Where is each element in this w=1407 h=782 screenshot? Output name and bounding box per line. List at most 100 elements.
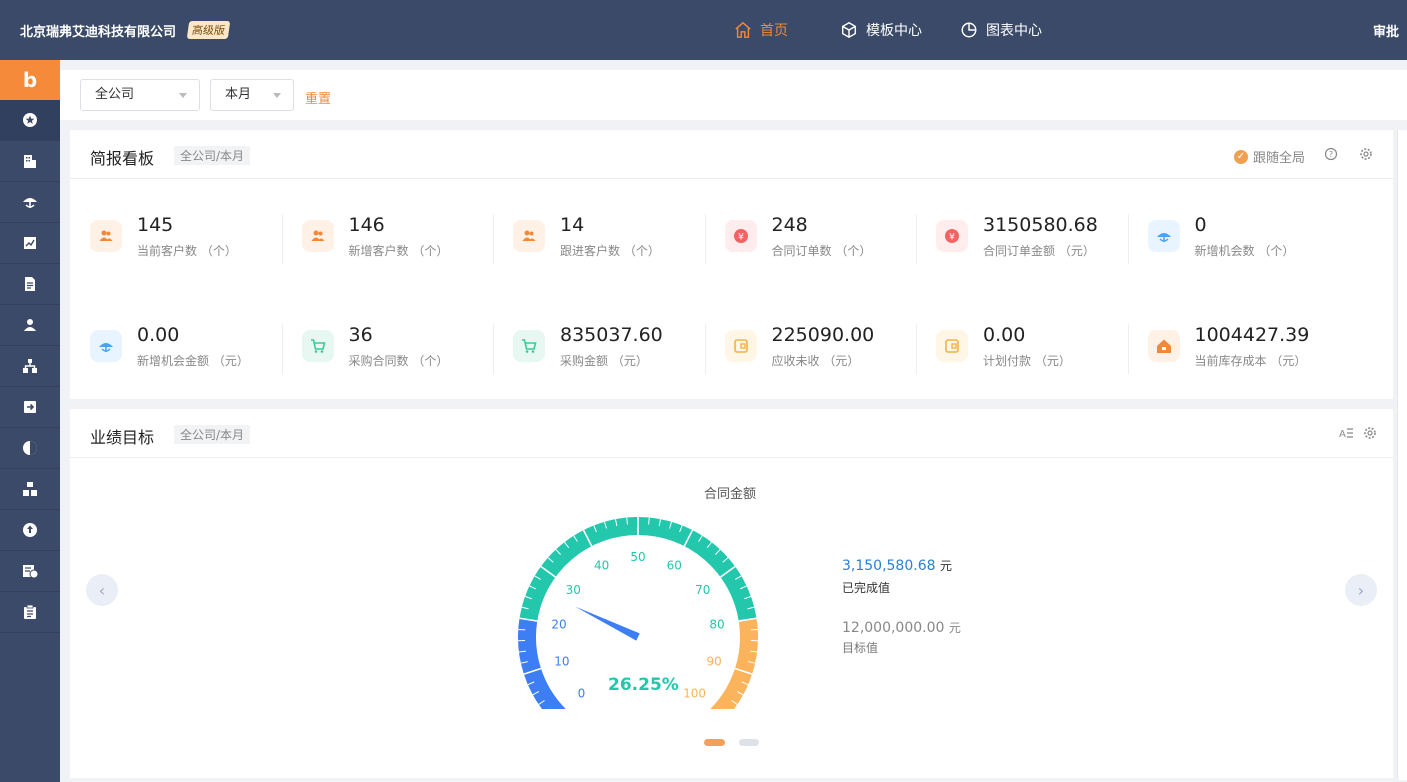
stat-label: 采购金额 （元） [560, 354, 648, 368]
nav-chart-center[interactable]: 图表中心 [960, 20, 1042, 40]
sidebar-item-pie[interactable] [0, 428, 60, 469]
brief-card: 简报看板 全公司/本月 ✓ 跟随全局 ? 145 当前客户数 （个） 146 新增客户… [70, 130, 1393, 399]
cube-icon [841, 21, 857, 39]
gauge-pointer [575, 606, 640, 641]
stat-card[interactable]: 0.00 计划付款 （元） [916, 324, 1128, 374]
top-bar: 北京瑞弗艾迪科技有限公司 高级版 首页 模板中心 图表中心 审批 [0, 0, 1407, 60]
completed-value: 3,150,580.68 [842, 558, 936, 574]
sidebar-item-org[interactable] [0, 346, 60, 387]
stat-divider [704, 214, 706, 264]
stat-card[interactable]: 146 新增客户数 （个） [281, 214, 494, 264]
stat-card[interactable]: 0 新增机会数 （个） [1127, 214, 1340, 264]
stat-icon-badge [513, 220, 545, 252]
text-format-icon[interactable]: A [1339, 426, 1353, 440]
stat-icon-badge [301, 220, 334, 252]
period-select-value: 本月 [225, 87, 252, 102]
stat-label: 合同订单金额 （元） [983, 244, 1095, 258]
stat-label: 当前客户数 （个） [137, 244, 237, 258]
stat-label: 新增客户数 （个） [348, 244, 449, 258]
stat-card[interactable]: ¥248 合同订单数 （个） [704, 214, 917, 264]
document-icon [25, 277, 35, 291]
completed-label: 已完成值 [842, 581, 891, 595]
carousel-next-button[interactable]: › [1345, 574, 1377, 606]
gauge-tick-label: 90 [706, 655, 721, 669]
app-logo[interactable]: b [0, 60, 60, 100]
cart-icon [522, 339, 537, 353]
stat-card[interactable]: ¥3150580.68 合同订单金额 （元） [916, 214, 1128, 264]
chart-doc-icon [24, 237, 36, 249]
sidebar-item-refresh[interactable] [0, 510, 60, 551]
refresh-icon [23, 523, 37, 537]
nav-chart-label: 图表中心 [986, 23, 1042, 39]
nav-home[interactable]: 首页 [734, 20, 788, 40]
bill-icon [23, 565, 38, 579]
stat-label: 采购合同数 （个） [348, 354, 449, 368]
stat-card[interactable]: 36 采购合同数 （个） [281, 324, 494, 374]
cart-icon [310, 339, 326, 353]
stat-label: 计划付款 （元） [983, 354, 1071, 368]
chevron-right-icon: › [1357, 580, 1365, 600]
stat-card[interactable]: 0.00 新增机会金额 （元） [70, 324, 282, 374]
umbrella-icon [23, 198, 37, 208]
wallet-icon [733, 339, 748, 353]
target-label: 目标值 [842, 641, 879, 655]
target-value: 12,000,000.00 [842, 620, 945, 636]
nav-template-center[interactable]: 模板中心 [840, 20, 922, 40]
stat-label: 合同订单数 （个） [771, 244, 872, 258]
chevron-down-icon [273, 93, 281, 98]
sidebar-item-clipboard[interactable] [0, 592, 60, 633]
stat-label: 跟进客户数 （个） [560, 244, 660, 258]
gauge-tick [648, 517, 650, 525]
stat-card[interactable]: 225090.00 应收未收 （元） [704, 324, 917, 374]
sidebar-item-building[interactable] [0, 141, 60, 182]
gear-icon[interactable] [1363, 426, 1377, 440]
stat-value: 146 [348, 214, 385, 236]
sidebar-item-chart-doc[interactable] [0, 223, 60, 264]
wallet-icon [945, 339, 959, 353]
target-unit: 元 [948, 621, 961, 635]
stat-divider [281, 324, 283, 374]
check-circle-icon: ✓ [1233, 149, 1248, 164]
stat-value: 835037.60 [560, 324, 663, 346]
reset-button[interactable]: 重置 [305, 88, 331, 107]
company-select[interactable]: 全公司 [80, 79, 200, 111]
period-select[interactable]: 本月 [210, 79, 294, 111]
sidebar-item-bill[interactable] [0, 551, 60, 592]
sidebar-item-export[interactable] [0, 387, 60, 428]
stat-value: 248 [771, 214, 808, 236]
gauge-tick-label: 0 [578, 687, 586, 701]
stat-icon-badge [1147, 220, 1180, 252]
right-panel-edge [1397, 130, 1407, 780]
help-icon[interactable]: ? [1324, 147, 1338, 161]
stat-card[interactable]: 1004427.39 当前库存成本 （元） [1127, 324, 1340, 374]
sidebar-item-user-card[interactable] [0, 305, 60, 346]
stat-value: 0 [1194, 214, 1207, 236]
completed-value-row: 3,150,580.68 元 [842, 557, 952, 574]
stat-card[interactable]: 835037.60 采购金额 （元） [493, 324, 705, 374]
approve-link[interactable]: 审批 [1373, 21, 1399, 40]
stat-divider [493, 214, 494, 264]
target-scope-tag: 全公司/本月 [174, 425, 251, 444]
stat-card[interactable]: 14 跟进客户数 （个） [493, 214, 705, 264]
carousel-dot[interactable] [739, 739, 759, 746]
target-card: 业绩目标 全公司/本月 A 合同金额 0 10 20 30 40 50 60 70 80 90 10… [70, 409, 1393, 778]
follow-global-label: 跟随全局 [1252, 151, 1305, 166]
gear-icon[interactable] [1359, 147, 1373, 161]
stat-card[interactable]: 145 当前客户数 （个） [70, 214, 282, 264]
sidebar-item-document[interactable] [0, 264, 60, 305]
target-card-header: 业绩目标 全公司/本月 A [70, 409, 1393, 458]
svg-text:A: A [1339, 429, 1346, 440]
brief-card-header: 简报看板 全公司/本月 ✓ 跟随全局 ? [70, 130, 1393, 179]
gauge-tick [626, 517, 628, 525]
org-icon [23, 359, 37, 373]
sidebar-item-boxes[interactable] [0, 469, 60, 510]
gauge-percent: 26.25% [608, 675, 679, 695]
follow-global-toggle[interactable]: ✓ 跟随全局 [1233, 147, 1305, 166]
target-title: 业绩目标 [90, 428, 155, 447]
stat-value: 225090.00 [771, 324, 875, 346]
carousel-prev-button[interactable]: ‹ [86, 574, 118, 606]
carousel-dot-active[interactable] [704, 739, 725, 746]
gauge-tick-label: 50 [630, 550, 645, 564]
sidebar-item-umbrella[interactable] [0, 182, 60, 223]
sidebar-item-star[interactable] [0, 100, 60, 141]
